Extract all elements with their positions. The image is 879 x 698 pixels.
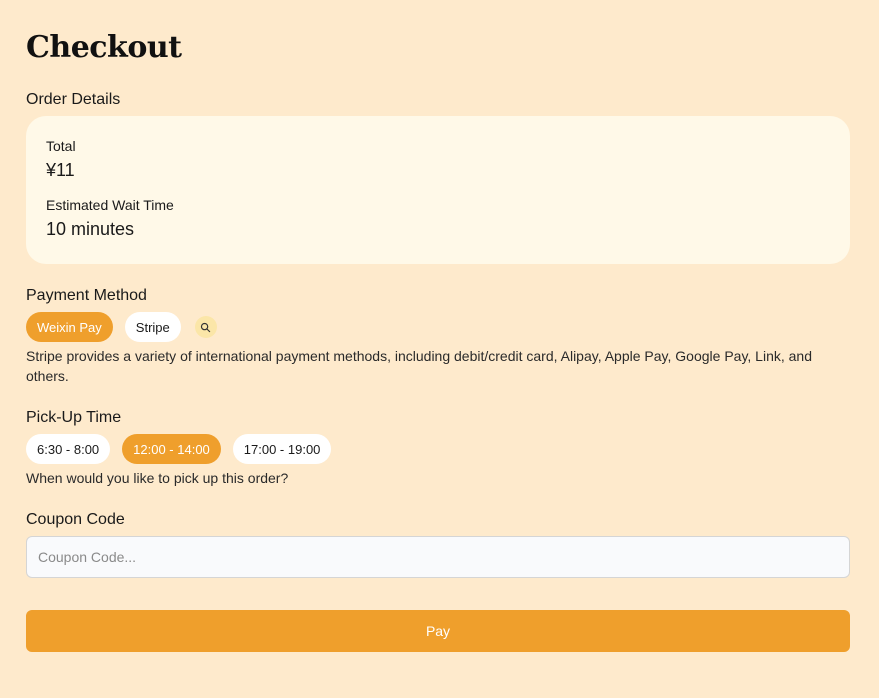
magnifier-icon-glyph [201,322,211,332]
order-summary-card: Total ¥11 Estimated Wait Time 10 minutes [26,116,850,264]
order-details-heading: Order Details [26,91,121,108]
payment-option-stripe[interactable]: Stripe [124,312,181,342]
page-title: Checkout [26,30,182,65]
coupon-code-input[interactable] [26,536,850,578]
pay-button[interactable]: Pay [26,610,850,652]
pickup-time-options: 6:30 - 8:00 12:00 - 14:00 17:00 - 19:00 [26,434,332,464]
payment-method-heading: Payment Method [26,287,147,304]
wait-time-label: Estimated Wait Time [46,197,174,213]
payment-option-weixin[interactable]: Weixin Pay [26,312,113,342]
checkout-page: Checkout Order Details Total ¥11 Estimat… [0,0,879,698]
pickup-option-morning[interactable]: 6:30 - 8:00 [26,434,111,464]
pickup-time-help: When would you like to pick up this orde… [26,470,289,486]
wait-time-value: 10 minutes [46,219,135,239]
total-value: ¥11 [46,160,75,180]
payment-method-description: Stripe provides a variety of internation… [26,348,813,384]
pickup-option-noon[interactable]: 12:00 - 14:00 [122,434,221,464]
total-label: Total [46,138,76,154]
payment-method-options: Weixin Pay Stripe [26,312,217,342]
pickup-time-heading: Pick-Up Time [26,409,122,426]
magnifier-icon[interactable] [194,316,217,338]
pickup-option-evening[interactable]: 17:00 - 19:00 [232,434,332,464]
coupon-code-heading: Coupon Code [26,511,125,528]
